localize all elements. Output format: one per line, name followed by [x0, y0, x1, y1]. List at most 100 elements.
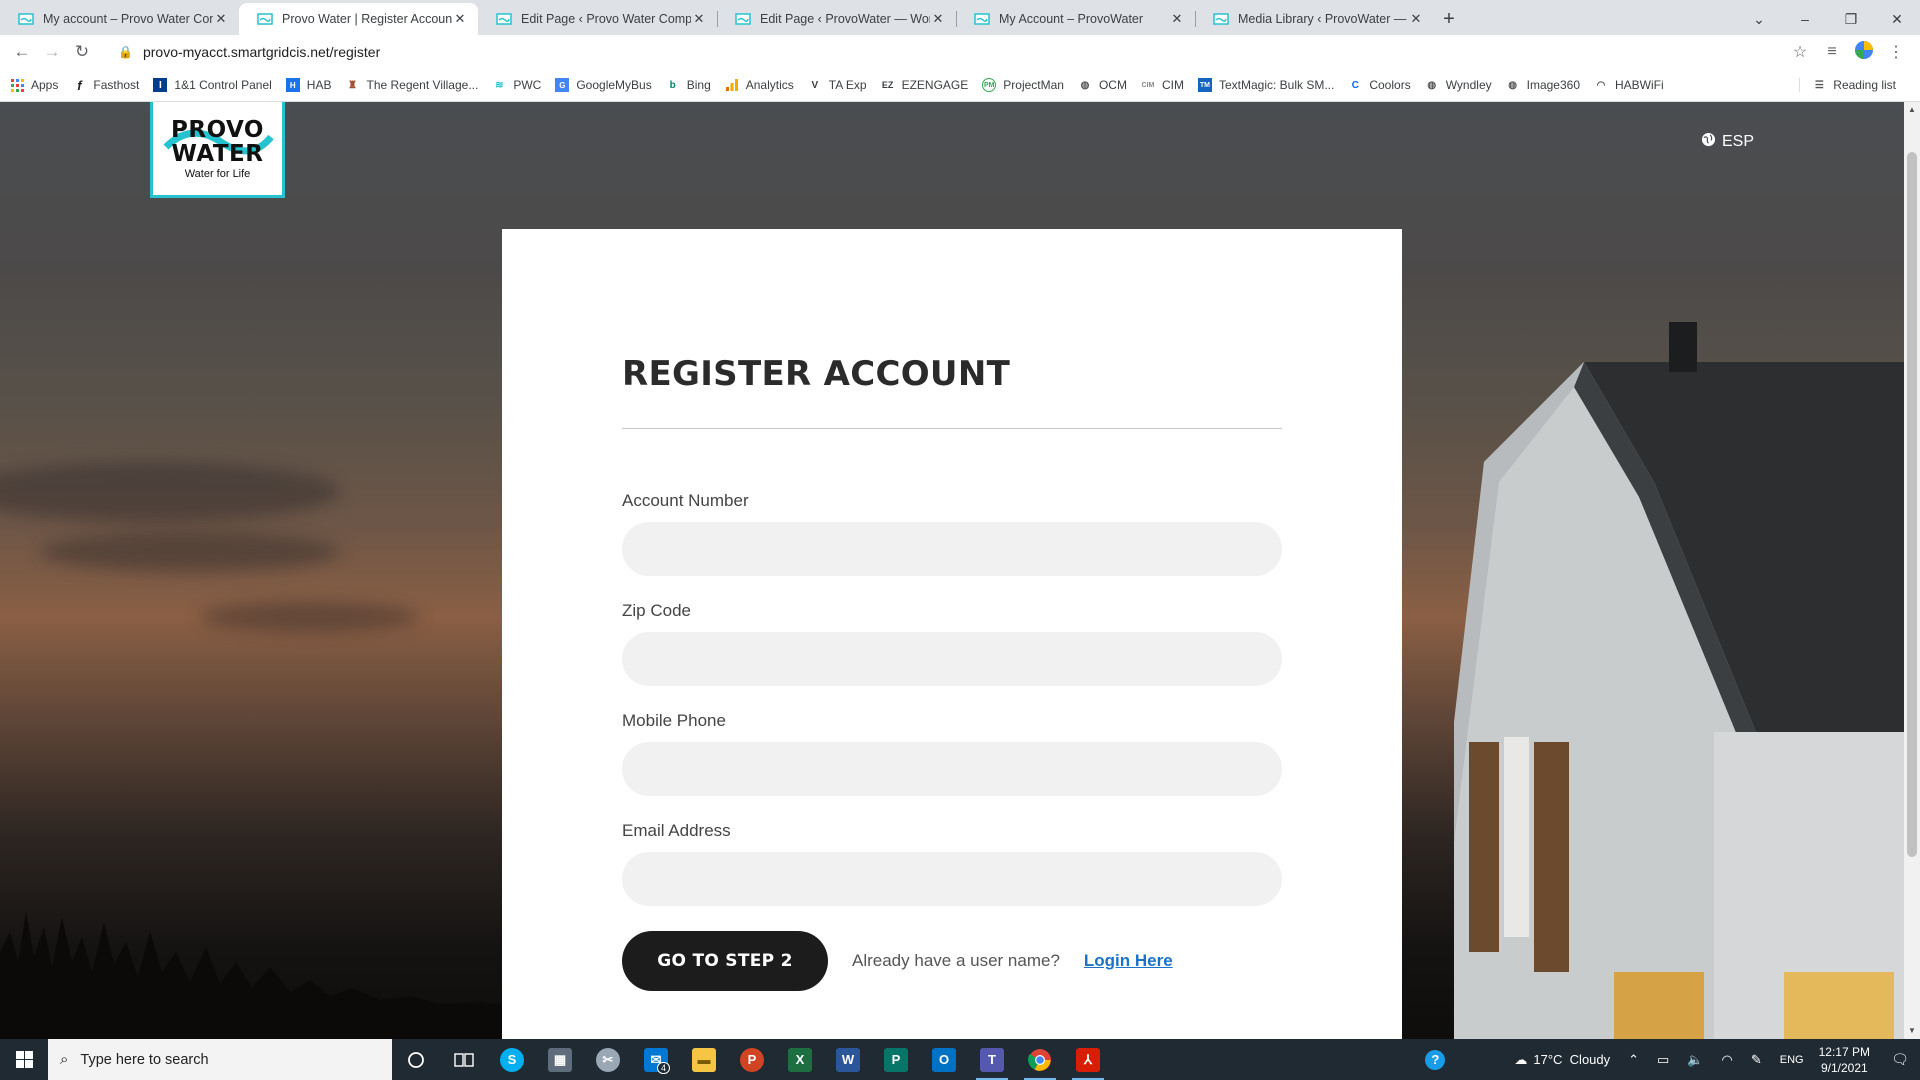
provo-icon: ≋ [495, 79, 504, 91]
bookmark-coolors[interactable]: C Coolors [1348, 78, 1411, 92]
mobile-phone-input[interactable] [622, 742, 1282, 796]
acrobat-icon[interactable]: ⅄ [1064, 1039, 1112, 1080]
tab-close-icon[interactable]: ✕ [213, 11, 229, 27]
email-address-input[interactable] [622, 852, 1282, 906]
bookmark-fasthost[interactable]: f Fasthost [72, 78, 139, 93]
restore-icon[interactable]: ❐ [1828, 11, 1874, 28]
show-hidden-icons-icon[interactable]: ⌃ [1628, 1052, 1639, 1068]
bookmark-ezengage[interactable]: EZ EZENGAGE [881, 78, 968, 92]
bookmark-image360[interactable]: ◍ Image360 [1506, 78, 1580, 92]
help-icon[interactable]: ? [1425, 1049, 1446, 1070]
battery-icon[interactable]: ▭ [1657, 1052, 1669, 1068]
bookmark-control-panel[interactable]: I 1&1 Control Panel [153, 78, 272, 92]
minimize-icon[interactable]: – [1782, 11, 1828, 27]
outlook-icon[interactable]: O [920, 1039, 968, 1080]
calculator-icon[interactable]: ▦ [536, 1039, 584, 1080]
bookmark-ta-exp[interactable]: V TA Exp [808, 78, 866, 92]
browser-tab[interactable]: Edit Page ‹ ProvoWater — WordP ✕ [717, 3, 956, 35]
tab-close-icon[interactable]: ✕ [452, 11, 468, 27]
taskbar-search-box[interactable]: ⌕ Type here to search [48, 1039, 392, 1080]
page-scrollbar[interactable]: ▲ ▼ [1904, 102, 1920, 1039]
reading-list-button[interactable]: ☰ Reading list [1799, 78, 1896, 92]
reload-icon[interactable]: ↻ [68, 38, 96, 66]
browser-tab[interactable]: Media Library ‹ ProvoWater — W ✕ [1195, 3, 1434, 35]
scrollbar-thumb[interactable] [1907, 152, 1917, 857]
bookmark-analytics[interactable]: Analytics [725, 78, 794, 92]
input-language[interactable]: ENG [1780, 1054, 1804, 1066]
bookmark-regent[interactable]: ♜ The Regent Village... [345, 78, 478, 92]
go-to-step-2-button[interactable]: GO TO STEP 2 [622, 931, 828, 991]
tab-close-icon[interactable]: ✕ [691, 11, 707, 27]
more-menu-icon[interactable]: ⋮ [1880, 42, 1912, 62]
bookmark-pwc[interactable]: ≋ PWC [492, 78, 541, 92]
weather-cloud-icon[interactable]: ☁ [1514, 1052, 1527, 1068]
windows-start-icon[interactable] [0, 1039, 48, 1080]
zip-code-input[interactable] [622, 632, 1282, 686]
bookmark-hab[interactable]: H HAB [285, 78, 331, 92]
back-arrow-icon[interactable]: ← [8, 38, 36, 66]
powerpoint-icon[interactable]: P [728, 1039, 776, 1080]
publisher-icon[interactable]: P [872, 1039, 920, 1080]
language-toggle[interactable]: ESP [1701, 132, 1754, 152]
url-text: provo-myacct.smartgridcis.net/register [142, 44, 381, 60]
word-icon[interactable]: W [824, 1039, 872, 1080]
pen-icon[interactable]: ✎ [1751, 1052, 1762, 1068]
taskbar-clock[interactable]: 12:17 PM 9/1/2021 [1819, 1044, 1870, 1076]
tab-close-icon[interactable]: ✕ [1408, 11, 1424, 27]
browser-tab[interactable]: My Account – ProvoWater ✕ [956, 3, 1195, 35]
bookmark-label: TextMagic: Bulk SM... [1218, 78, 1335, 92]
scroll-up-arrow-icon[interactable]: ▲ [1904, 102, 1920, 118]
bookmark-cim[interactable]: CIM CIM [1141, 78, 1184, 92]
weather-text[interactable]: 17°C Cloudy [1533, 1052, 1610, 1067]
bookmark-textmagic[interactable]: TM TextMagic: Bulk SM... [1197, 78, 1335, 92]
file-explorer-icon[interactable]: ▬ [680, 1039, 728, 1080]
bookmark-wyndley[interactable]: ◍ Wyndley [1425, 78, 1491, 92]
profile-avatar[interactable] [1848, 40, 1880, 65]
notifications-icon[interactable]: 🗨 [1880, 1051, 1920, 1068]
bookmark-projectman[interactable]: PM ProjectMan [982, 78, 1064, 92]
new-tab-button[interactable]: + [1434, 3, 1464, 35]
skype-icon[interactable]: S [488, 1039, 536, 1080]
house-illustration [1454, 322, 1904, 1039]
chrome-icon[interactable] [1016, 1039, 1064, 1080]
bookmark-apps[interactable]: Apps [10, 78, 58, 92]
login-here-link[interactable]: Login Here [1084, 951, 1173, 971]
network-icon[interactable]: ◠ [1722, 1052, 1733, 1068]
background-cloud [40, 532, 340, 572]
bookmarks-bar: Apps f Fasthost I 1&1 Control Panel H HAB ♜… [0, 69, 1920, 102]
tab-search-icon[interactable]: ⌄ [1736, 11, 1782, 28]
lock-icon[interactable]: 🔒 [118, 45, 133, 59]
bookmark-habwifi[interactable]: ◠ HABWiFi [1594, 78, 1664, 92]
window-close-icon[interactable]: ✕ [1874, 11, 1920, 28]
bookmark-label: Bing [686, 78, 711, 92]
teams-icon[interactable]: T [968, 1039, 1016, 1080]
bookmark-ocm[interactable]: ◍ OCM [1078, 78, 1127, 92]
provo-water-favicon-icon [1213, 13, 1229, 25]
bookmark-googlemybus[interactable]: G GoogleMyBus [555, 78, 652, 92]
globe-icon: ◍ [1080, 79, 1090, 91]
account-number-input[interactable] [622, 522, 1282, 576]
volume-icon[interactable]: 🔈 [1687, 1052, 1703, 1068]
bookmark-star-icon[interactable]: ☆ [1784, 42, 1816, 62]
title-divider [622, 428, 1282, 429]
provo-water-logo[interactable]: PROVO WATER Water for Life [150, 102, 285, 198]
snipping-tool-icon[interactable]: ✂ [584, 1039, 632, 1080]
excel-icon[interactable]: X [776, 1039, 824, 1080]
ta-icon: V [811, 79, 819, 91]
tab-close-icon[interactable]: ✕ [930, 11, 946, 27]
scroll-down-arrow-icon[interactable]: ▼ [1904, 1023, 1920, 1039]
tab-title: My Account – ProvoWater [999, 12, 1144, 26]
form-actions: GO TO STEP 2 Already have a user name? L… [622, 931, 1282, 991]
bookmark-bing[interactable]: b Bing [666, 78, 711, 92]
task-view-icon[interactable] [440, 1039, 488, 1080]
forward-arrow-icon[interactable]: → [38, 38, 66, 66]
register-card: REGISTER ACCOUNT Account Number Zip Code… [502, 229, 1402, 1039]
media-controls-icon[interactable]: ≡ [1816, 43, 1848, 61]
browser-tab-active[interactable]: Provo Water | Register Account ✕ [239, 3, 478, 35]
mail-icon[interactable]: ✉ 4 [632, 1039, 680, 1080]
browser-tab[interactable]: Edit Page ‹ Provo Water Compan ✕ [478, 3, 717, 35]
browser-tab[interactable]: My account – Provo Water Comp ✕ [0, 3, 239, 35]
address-bar[interactable]: 🔒 provo-myacct.smartgridcis.net/register [106, 38, 1776, 66]
cortana-icon[interactable] [392, 1039, 440, 1080]
tab-close-icon[interactable]: ✕ [1169, 11, 1185, 27]
